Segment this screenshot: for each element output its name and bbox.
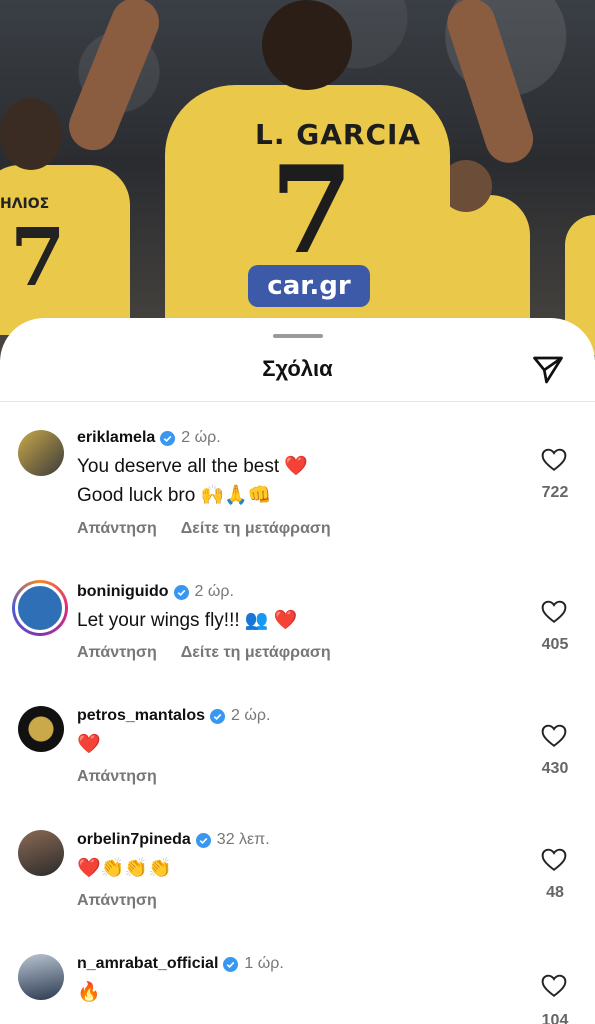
reply-link[interactable]: Απάντηση — [77, 892, 157, 910]
verified-badge-icon — [173, 584, 189, 600]
comment-line: You deserve all the best ❤️ — [77, 456, 309, 477]
comment-header: eriklamela 2 ώρ. — [77, 429, 221, 447]
comment-header: n_amrabat_official 1 ώρ. — [77, 955, 284, 973]
username[interactable]: eriklamela — [77, 429, 155, 447]
comment-line: Good luck bro 🙌🙏👊 — [77, 485, 272, 506]
username[interactable]: boniniguido — [77, 583, 169, 601]
comment-line: ❤️👏👏👏 — [77, 858, 172, 879]
comment-time: 32 λεπ. — [216, 831, 270, 848]
sponsor-logo: car.gr — [248, 265, 370, 307]
comment-text: You deserve all the best ❤️ Good luck br… — [77, 452, 308, 510]
avatar[interactable] — [18, 830, 64, 876]
player-shirt-number: 7 — [270, 140, 354, 281]
header-divider — [0, 401, 595, 402]
verified-badge-icon — [223, 956, 239, 972]
comment-actions: Απάντηση Δείτε τη μετάφραση — [77, 520, 331, 538]
comment-time: 2 ώρ. — [194, 583, 234, 600]
heart-icon[interactable] — [541, 848, 567, 872]
teammate-head-left — [0, 98, 62, 170]
comment-text: ❤️ — [77, 730, 101, 759]
verified-badge-icon — [210, 708, 226, 724]
comment-actions: Απάντηση Δείτε τη μετάφραση — [77, 644, 331, 662]
like-count: 722 — [541, 484, 569, 501]
comment-text: ❤️👏👏👏 — [77, 854, 172, 883]
like-count: 430 — [541, 760, 569, 777]
comment-line: ❤️ — [77, 734, 101, 755]
avatar[interactable] — [18, 430, 64, 476]
comment-line: Let your wings fly!!! 👥 ❤️ — [77, 610, 298, 631]
player-head — [262, 0, 352, 90]
comment-header: petros_mantalos 2 ώρ. — [77, 707, 270, 725]
sheet-drag-handle[interactable] — [273, 334, 323, 338]
comments-sheet: Σχόλια eriklamela 2 ώρ. You deserve all … — [0, 318, 595, 1024]
avatar[interactable] — [18, 954, 64, 1000]
avatar-story-ring[interactable] — [12, 580, 68, 636]
reply-link[interactable]: Απάντηση — [77, 768, 157, 786]
post-photo: ΗΛΙΟΣ 7 L. GARCIA 7 car.gr — [0, 0, 595, 360]
comment-actions: Απάντηση — [77, 892, 157, 910]
comment-header: boniniguido 2 ώρ. — [77, 583, 234, 601]
username[interactable]: orbelin7pineda — [77, 831, 191, 849]
like-count: 48 — [546, 884, 564, 901]
comment-header: orbelin7pineda 32 λεπ. — [77, 831, 270, 849]
sheet-title: Σχόλια — [262, 356, 333, 381]
comment-time: 1 ώρ. — [244, 955, 284, 972]
heart-icon[interactable] — [541, 724, 567, 748]
see-translation-link[interactable]: Δείτε τη μετάφραση — [181, 644, 331, 662]
send-icon — [533, 356, 563, 384]
comment-line: 🔥 — [77, 982, 101, 1003]
avatar[interactable] — [18, 706, 64, 752]
share-button[interactable] — [530, 352, 566, 388]
teammate-shirt-number: 7 — [10, 210, 66, 304]
see-translation-link[interactable]: Δείτε τη μετάφραση — [181, 520, 331, 538]
heart-icon[interactable] — [541, 600, 567, 624]
comment-time: 2 ώρ. — [231, 707, 271, 724]
comment-time: 2 ώρ. — [181, 429, 221, 446]
heart-icon[interactable] — [541, 448, 567, 472]
comment-actions: Απάντηση — [77, 768, 157, 786]
like-count: 405 — [541, 636, 569, 653]
username[interactable]: n_amrabat_official — [77, 955, 218, 973]
verified-badge-icon — [160, 430, 176, 446]
reply-link[interactable]: Απάντηση — [77, 520, 157, 538]
reply-link[interactable]: Απάντηση — [77, 644, 157, 662]
heart-icon[interactable] — [541, 974, 567, 998]
username[interactable]: petros_mantalos — [77, 707, 205, 725]
comment-text: Let your wings fly!!! 👥 ❤️ — [77, 606, 298, 635]
verified-badge-icon — [195, 832, 211, 848]
comment-text: 🔥 — [77, 978, 101, 1007]
like-count: 104 — [541, 1012, 569, 1024]
